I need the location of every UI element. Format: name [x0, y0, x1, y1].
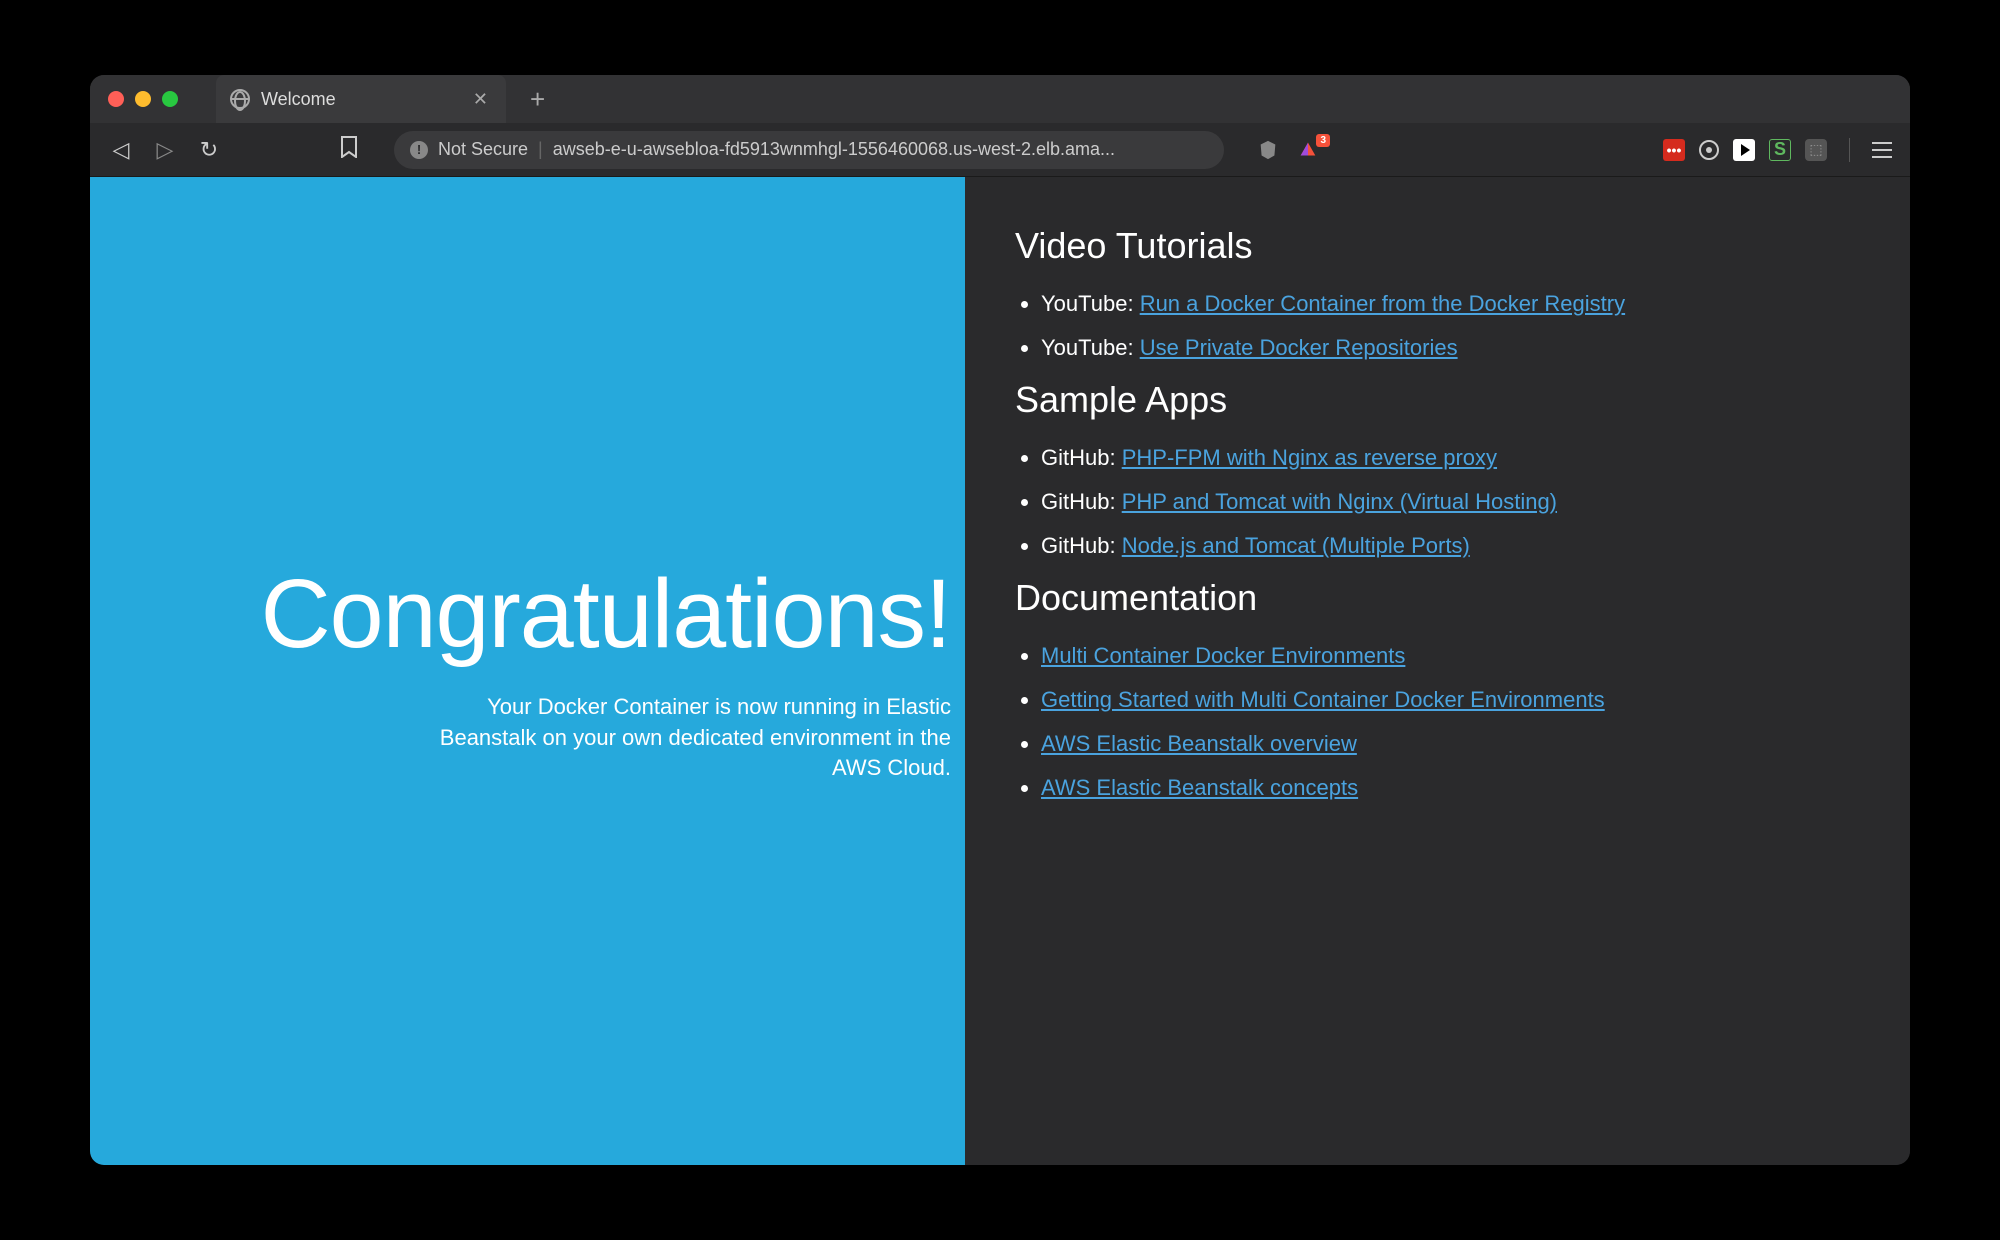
globe-icon	[230, 89, 250, 109]
tab-close-button[interactable]: ✕	[469, 89, 492, 110]
security-status: Not Secure	[438, 139, 528, 160]
list-item: AWS Elastic Beanstalk overview	[1041, 731, 1860, 757]
list-item: AWS Elastic Beanstalk concepts	[1041, 775, 1860, 801]
menu-button[interactable]	[1872, 142, 1892, 158]
page-content: Congratulations! Your Docker Container i…	[90, 177, 1910, 1165]
url-divider: |	[538, 139, 543, 160]
list-item: Getting Started with Multi Container Doc…	[1041, 687, 1860, 713]
window-maximize-button[interactable]	[162, 91, 178, 107]
forward-button[interactable]: ▷	[152, 137, 178, 163]
hero-subtext: Your Docker Container is now running in …	[391, 692, 951, 784]
info-icon: !	[410, 141, 428, 159]
list-item: GitHub: PHP and Tomcat with Nginx (Virtu…	[1041, 489, 1860, 515]
brave-shields-icon[interactable]	[1256, 138, 1280, 162]
section-documentation: Documentation Multi Container Docker Env…	[1015, 577, 1860, 801]
section-heading: Video Tutorials	[1015, 225, 1860, 267]
list-item: GitHub: Node.js and Tomcat (Multiple Por…	[1041, 533, 1860, 559]
link-getting-started[interactable]: Getting Started with Multi Container Doc…	[1041, 687, 1605, 712]
tab-title: Welcome	[261, 89, 458, 110]
extension-lastpass-icon[interactable]: •••	[1663, 139, 1685, 161]
list-item: YouTube: Run a Docker Container from the…	[1041, 291, 1860, 317]
extension-grey-icon[interactable]: ⬚	[1805, 139, 1827, 161]
brave-rewards-icon[interactable]: 3	[1296, 138, 1320, 162]
link-prefix: GitHub:	[1041, 533, 1122, 558]
list-item: GitHub: PHP-FPM with Nginx as reverse pr…	[1041, 445, 1860, 471]
url-text: awseb-e-u-awsebloa-fd5913wnmhgl-15564600…	[553, 139, 1115, 160]
link-list: YouTube: Run a Docker Container from the…	[1015, 291, 1860, 361]
extension-circle-icon[interactable]	[1699, 140, 1719, 160]
window-close-button[interactable]	[108, 91, 124, 107]
window-minimize-button[interactable]	[135, 91, 151, 107]
link-multi-container[interactable]: Multi Container Docker Environments	[1041, 643, 1405, 668]
extension-s-icon[interactable]: S	[1769, 139, 1791, 161]
link-php-tomcat[interactable]: PHP and Tomcat with Nginx (Virtual Hosti…	[1122, 489, 1557, 514]
link-prefix: YouTube:	[1041, 291, 1140, 316]
link-eb-concepts[interactable]: AWS Elastic Beanstalk concepts	[1041, 775, 1358, 800]
link-prefix: GitHub:	[1041, 489, 1122, 514]
link-eb-overview[interactable]: AWS Elastic Beanstalk overview	[1041, 731, 1357, 756]
link-list: GitHub: PHP-FPM with Nginx as reverse pr…	[1015, 445, 1860, 559]
extension-icons-left: 3	[1256, 138, 1320, 162]
browser-tab[interactable]: Welcome ✕	[216, 75, 506, 123]
hero-heading: Congratulations!	[261, 558, 951, 670]
section-heading: Sample Apps	[1015, 379, 1860, 421]
extension-icons-right: ••• S ⬚	[1663, 138, 1892, 162]
traffic-lights	[108, 91, 178, 107]
links-panel: Video Tutorials YouTube: Run a Docker Co…	[965, 177, 1910, 1165]
toolbar-divider	[1849, 138, 1850, 162]
link-nodejs-tomcat[interactable]: Node.js and Tomcat (Multiple Ports)	[1122, 533, 1470, 558]
browser-window: Welcome ✕ + ◁ ▷ ↻ ! Not Secure | awseb-e…	[90, 75, 1910, 1165]
section-heading: Documentation	[1015, 577, 1860, 619]
link-docker-registry[interactable]: Run a Docker Container from the Docker R…	[1140, 291, 1625, 316]
section-sample-apps: Sample Apps GitHub: PHP-FPM with Nginx a…	[1015, 379, 1860, 559]
reload-button[interactable]: ↻	[196, 137, 222, 163]
list-item: Multi Container Docker Environments	[1041, 643, 1860, 669]
toolbar: ◁ ▷ ↻ ! Not Secure | awseb-e-u-awsebloa-…	[90, 123, 1910, 177]
back-button[interactable]: ◁	[108, 137, 134, 163]
section-video-tutorials: Video Tutorials YouTube: Run a Docker Co…	[1015, 225, 1860, 361]
link-prefix: GitHub:	[1041, 445, 1122, 470]
link-list: Multi Container Docker Environments Gett…	[1015, 643, 1860, 801]
link-private-repos[interactable]: Use Private Docker Repositories	[1140, 335, 1458, 360]
new-tab-button[interactable]: +	[530, 84, 545, 115]
bookmark-icon[interactable]	[340, 136, 358, 164]
address-bar[interactable]: ! Not Secure | awseb-e-u-awsebloa-fd5913…	[394, 131, 1224, 169]
hero-panel: Congratulations! Your Docker Container i…	[90, 177, 965, 1165]
list-item: YouTube: Use Private Docker Repositories	[1041, 335, 1860, 361]
link-prefix: YouTube:	[1041, 335, 1140, 360]
extension-play-icon[interactable]	[1733, 139, 1755, 161]
titlebar: Welcome ✕ +	[90, 75, 1910, 123]
link-php-fpm[interactable]: PHP-FPM with Nginx as reverse proxy	[1122, 445, 1497, 470]
rewards-badge: 3	[1316, 134, 1330, 147]
